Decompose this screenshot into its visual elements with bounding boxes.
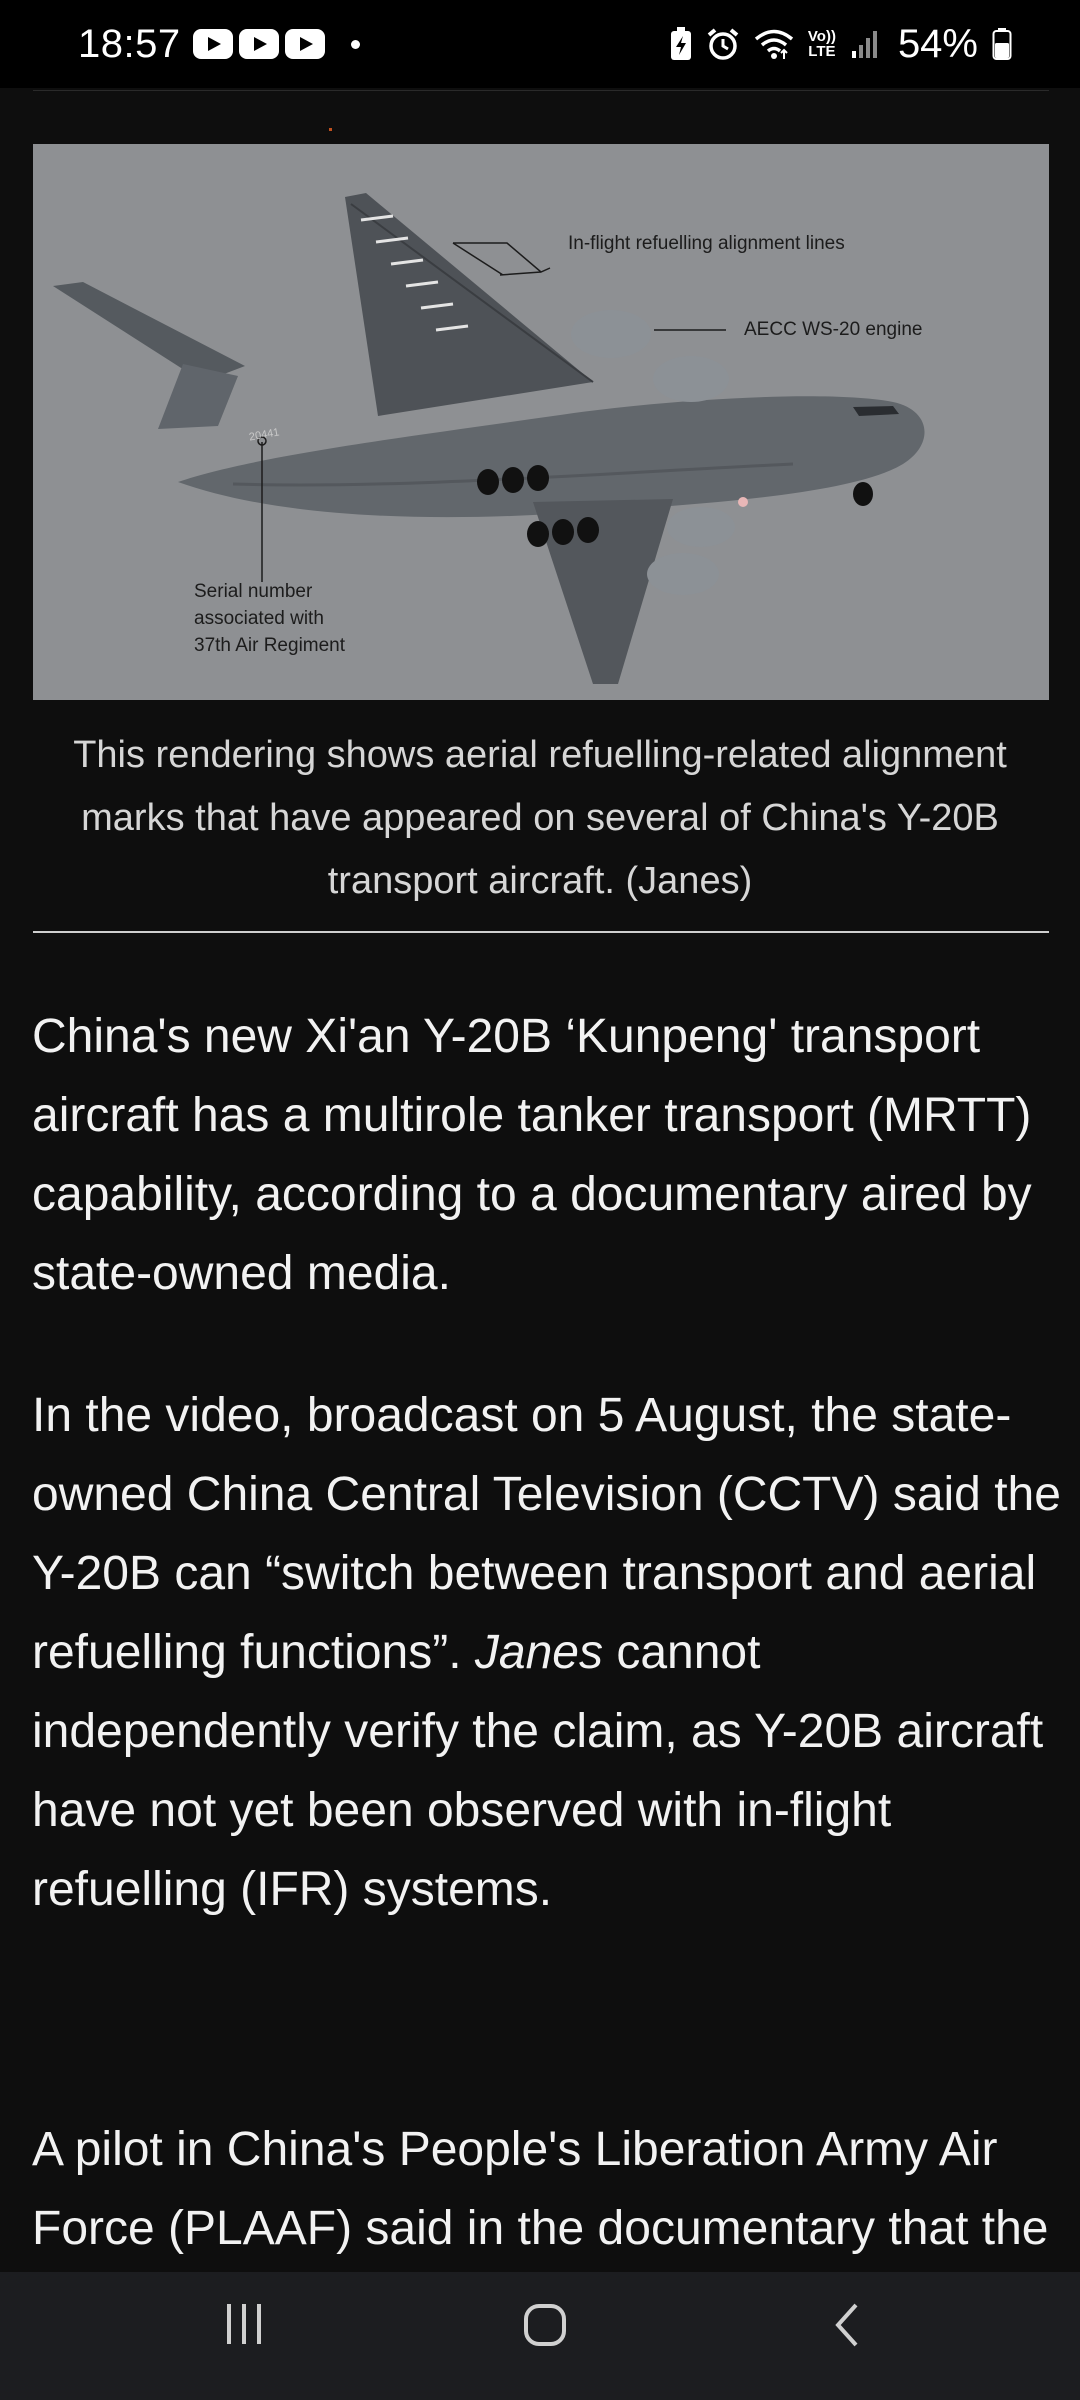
janes-italic: Janes <box>474 1626 603 1679</box>
annotation-serial-line2: associated with <box>194 608 324 629</box>
wifi-icon <box>754 28 794 60</box>
annotation-engine: AECC WS-20 engine <box>744 319 923 340</box>
divider <box>33 90 1049 91</box>
article-content[interactable]: In-flight refuelling alignment lines AEC… <box>0 88 1080 2272</box>
tail-number: 20441 <box>248 426 281 444</box>
recent-apps-button[interactable] <box>199 2302 289 2372</box>
back-icon <box>835 2303 858 2347</box>
navigation-bar <box>0 2272 1080 2400</box>
annotation-serial-line1: Serial number <box>194 581 313 602</box>
annotation-serial-line3: 37th Air Regiment <box>194 635 346 656</box>
figure-caption: This rendering shows aerial refuelling-r… <box>73 734 1007 902</box>
back-button[interactable] <box>803 2302 893 2372</box>
status-bar: 18:57 Vo)) LTE 54% <box>0 0 1080 88</box>
battery-saver-icon <box>670 27 692 61</box>
lte-label: LTE <box>808 43 836 60</box>
article-paragraph-1: China's new Xi'an Y-20B ‘Kunpeng' transp… <box>32 1010 1032 1300</box>
signal-icon <box>850 29 880 59</box>
caption-divider <box>33 931 1049 933</box>
battery-icon <box>992 28 1012 60</box>
status-time: 18:57 <box>78 21 181 66</box>
volte-icon: Vo)) LTE <box>808 29 836 59</box>
aircraft-rendering-image[interactable]: In-flight refuelling alignment lines AEC… <box>33 144 1049 700</box>
youtube-icon <box>284 29 325 59</box>
page-marker <box>329 128 332 131</box>
status-icons: Vo)) LTE 54% <box>670 22 1012 67</box>
home-button[interactable] <box>500 2302 590 2372</box>
article-paragraph-3: A pilot in China's People's Liberation A… <box>32 2123 1049 2255</box>
youtube-icon <box>192 29 233 59</box>
horizontal-stabilizer <box>53 282 245 382</box>
battery-percent: 54% <box>897 21 978 66</box>
vertical-fin <box>158 364 238 429</box>
fuselage <box>178 396 925 518</box>
notification-icons <box>192 29 331 59</box>
more-notifications-dot-icon <box>350 39 360 49</box>
annotation-refuelling-lines: In-flight refuelling alignment lines <box>568 233 845 254</box>
home-icon <box>524 2304 566 2346</box>
article-paragraph-2: In the video, broadcast on 5 August, the… <box>32 1376 1062 1929</box>
recent-apps-icon <box>227 2304 261 2344</box>
alarm-icon <box>706 27 740 61</box>
youtube-icon <box>238 29 279 59</box>
